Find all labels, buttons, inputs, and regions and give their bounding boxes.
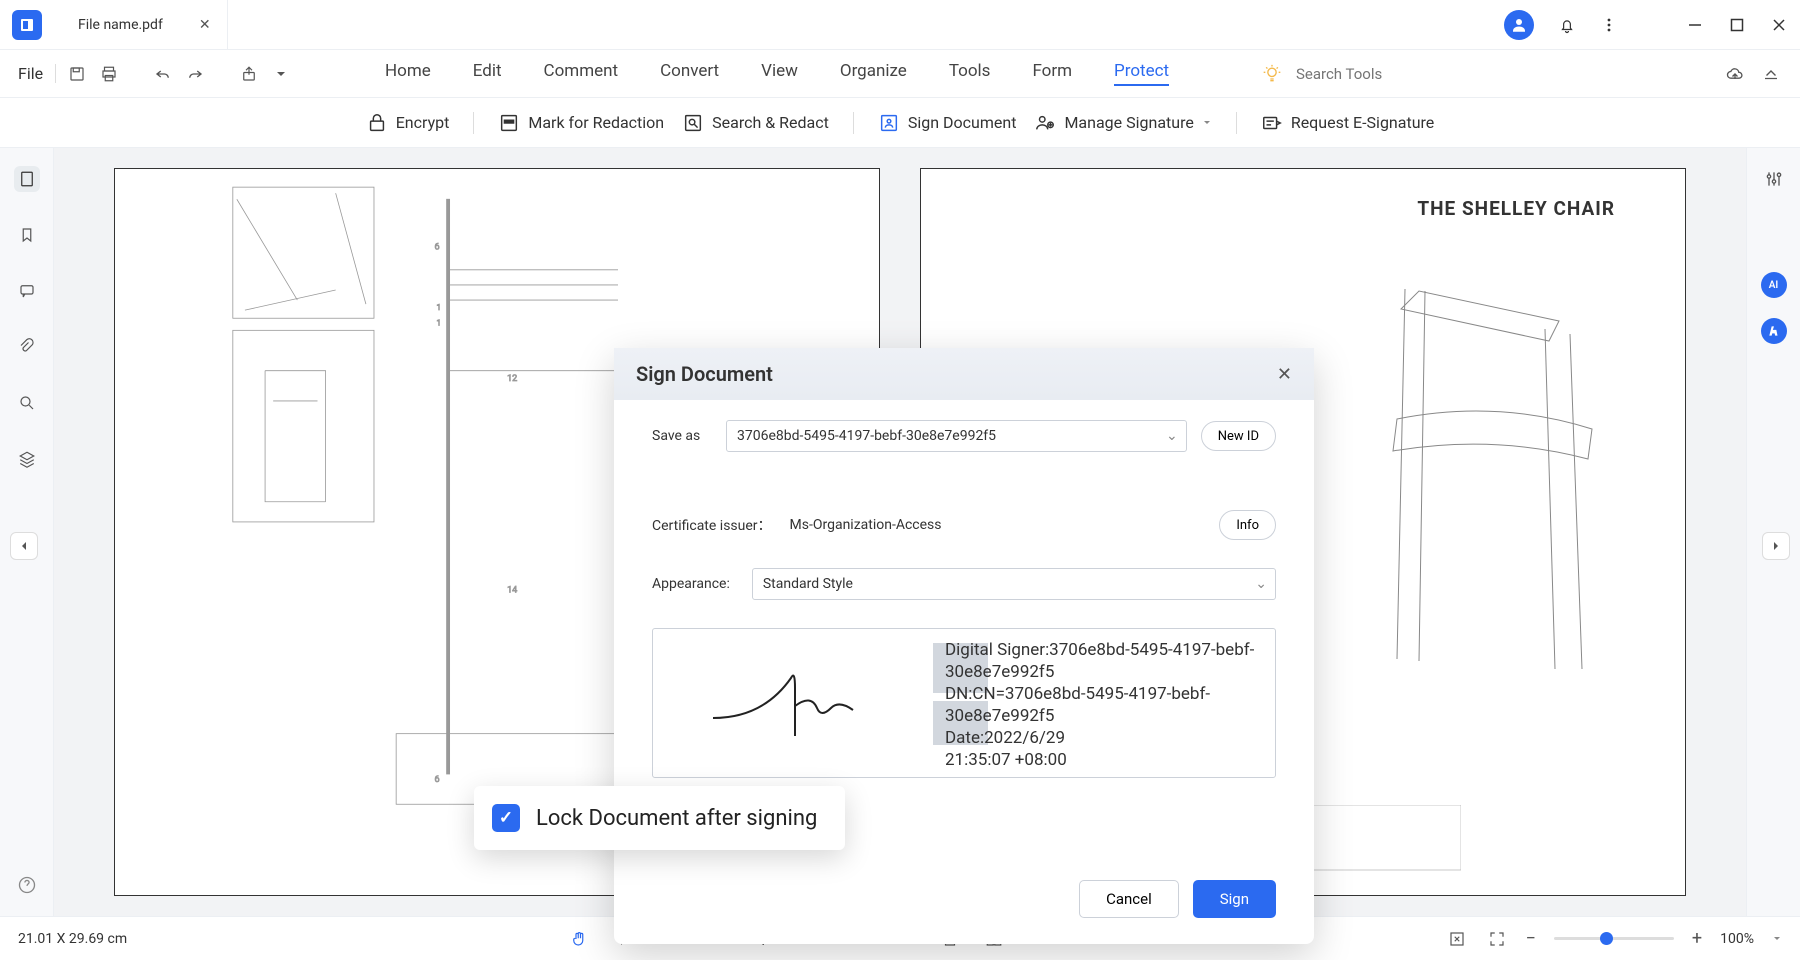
dialog-title: Sign Document [636, 362, 773, 386]
minimize-icon[interactable] [1686, 16, 1704, 34]
help-icon[interactable] [14, 872, 40, 898]
undo-icon[interactable] [152, 63, 174, 85]
cert-issuer-label: Certificate issuer： [652, 515, 772, 535]
document-tab[interactable]: File name.pdf ✕ [62, 0, 228, 49]
dialog-overlay: Sign Document ✕ Save as 3706e8bd-5495-41… [54, 148, 1746, 916]
bell-icon[interactable] [1558, 16, 1576, 34]
new-id-button[interactable]: New ID [1201, 421, 1276, 451]
tab-comment[interactable]: Comment [544, 61, 619, 86]
kebab-icon[interactable] [1600, 16, 1618, 34]
chevron-down-icon[interactable] [1772, 934, 1782, 944]
tab-convert[interactable]: Convert [660, 61, 719, 86]
lock-icon [366, 112, 388, 134]
request-esig-button[interactable]: Request E-Signature [1261, 112, 1434, 134]
dialog-header: Sign Document ✕ [614, 348, 1314, 400]
fullscreen-icon[interactable] [1486, 928, 1508, 950]
zoom-slider[interactable] [1554, 937, 1674, 940]
manage-sig-icon [1034, 112, 1056, 134]
signature-text: Digital Signer:3706e8bd-5495-4197-bebf-3… [945, 639, 1263, 772]
zoom-level[interactable]: 100% [1720, 931, 1754, 947]
tab-view[interactable]: View [761, 61, 798, 86]
sign-document-button[interactable]: Sign Document [878, 112, 1017, 134]
file-menu[interactable]: File [18, 64, 56, 83]
redact-icon [498, 112, 520, 134]
bookmark-icon[interactable] [14, 222, 40, 248]
request-icon [1261, 112, 1283, 134]
close-window-icon[interactable] [1770, 16, 1788, 34]
translate-icon[interactable] [1761, 318, 1787, 344]
checkbox-checked-icon[interactable]: ✓ [492, 804, 520, 832]
info-button[interactable]: Info [1219, 510, 1276, 540]
user-avatar[interactable] [1504, 10, 1534, 40]
dropdown-icon[interactable] [270, 63, 292, 85]
sign-document-dialog: Sign Document ✕ Save as 3706e8bd-5495-41… [614, 348, 1314, 944]
search-redact-button[interactable]: Search & Redact [682, 112, 829, 134]
thumbnails-icon[interactable] [14, 166, 40, 192]
comment-icon[interactable] [14, 278, 40, 304]
attachment-icon[interactable] [14, 334, 40, 360]
mark-redaction-button[interactable]: Mark for Redaction [498, 112, 664, 134]
encrypt-button[interactable]: Encrypt [366, 112, 450, 134]
manage-signature-button[interactable]: Manage Signature [1034, 112, 1211, 134]
lock-after-signing-card[interactable]: ✓ Lock Document after signing [474, 786, 845, 850]
chevron-down-icon [1202, 118, 1212, 128]
chevron-down-icon: ⌄ [1166, 428, 1178, 444]
settings-icon[interactable] [1761, 166, 1787, 192]
main-tabs: Home Edit Comment Convert View Organize … [385, 61, 1169, 86]
layers-icon[interactable] [14, 446, 40, 472]
save-as-label: Save as [652, 428, 712, 444]
hand-tool-icon[interactable] [568, 928, 590, 950]
save-icon[interactable] [66, 63, 88, 85]
dialog-close-button[interactable]: ✕ [1277, 364, 1292, 385]
cert-issuer-value: Ms-Organization-Access [790, 517, 942, 533]
prev-page-chip[interactable] [10, 532, 38, 560]
collapse-icon[interactable] [1760, 63, 1782, 85]
sign-icon [878, 112, 900, 134]
share-icon[interactable] [238, 63, 260, 85]
page-dimensions: 21.01 X 29.69 cm [18, 931, 127, 947]
title-bar: File name.pdf ✕ [0, 0, 1800, 50]
app-logo[interactable] [12, 10, 42, 40]
tab-protect[interactable]: Protect [1114, 61, 1169, 86]
appearance-label: Appearance: [652, 576, 730, 592]
document-canvas: 6 1 1 12 14 6 THE SHELLEY CHAIR [54, 148, 1746, 916]
print-icon[interactable] [98, 63, 120, 85]
search-side-icon[interactable] [14, 390, 40, 416]
tab-form[interactable]: Form [1032, 61, 1072, 86]
zoom-out-icon[interactable]: − [1526, 928, 1536, 949]
search-input[interactable] [1296, 65, 1436, 83]
actual-size-icon[interactable] [1446, 928, 1468, 950]
tab-tools[interactable]: Tools [949, 61, 991, 86]
menu-bar: File Home Edit Comment Convert View Orga… [0, 50, 1800, 98]
cloud-icon[interactable] [1724, 63, 1746, 85]
redo-icon[interactable] [184, 63, 206, 85]
zoom-in-icon[interactable]: + [1692, 928, 1702, 949]
maximize-icon[interactable] [1728, 16, 1746, 34]
close-icon[interactable]: ✕ [199, 17, 211, 33]
appearance-select[interactable]: Standard Style ⌄ [752, 568, 1276, 600]
sign-button[interactable]: Sign [1193, 880, 1276, 918]
tab-organize[interactable]: Organize [840, 61, 907, 86]
chevron-down-icon: ⌄ [1255, 576, 1267, 592]
next-page-chip[interactable] [1762, 532, 1790, 560]
signature-preview: Digital Signer:3706e8bd-5495-4197-bebf-3… [652, 628, 1276, 778]
lock-text: Lock Document after signing [536, 806, 817, 831]
save-as-select[interactable]: 3706e8bd-5495-4197-bebf-30e8e7e992f5 ⌄ [726, 420, 1187, 452]
tab-filename: File name.pdf [78, 17, 163, 33]
cancel-button[interactable]: Cancel [1079, 880, 1179, 918]
search-redact-icon [682, 112, 704, 134]
protect-toolbar: Encrypt Mark for Redaction Search & Reda… [0, 98, 1800, 148]
tab-edit[interactable]: Edit [473, 61, 502, 86]
tab-home[interactable]: Home [385, 61, 431, 86]
lightbulb-icon[interactable] [1262, 64, 1282, 84]
ai-badge-icon[interactable]: AI [1761, 272, 1787, 298]
main-area: 6 1 1 12 14 6 THE SHELLEY CHAIR [0, 148, 1800, 916]
